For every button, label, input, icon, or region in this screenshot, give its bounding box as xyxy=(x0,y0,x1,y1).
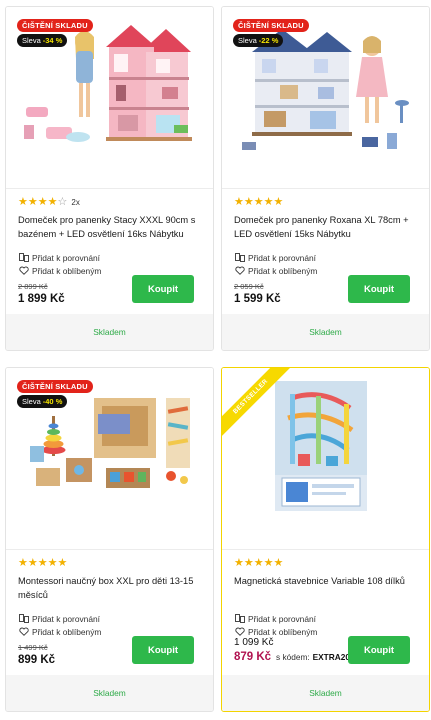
stock-status: Skladem xyxy=(6,675,213,711)
product-title[interactable]: Montessori naučný box XXL pro děti 13-15… xyxy=(18,574,203,602)
star-icon: ★ xyxy=(47,557,58,569)
product-image[interactable]: ČIŠTĚNÍ SKLADU Sleva -40 % xyxy=(6,368,213,548)
discount-label: Sleva xyxy=(238,36,257,45)
product-card[interactable]: ČIŠTĚNÍ SKLADU Sleva -22 % ★ ★ ★ ★ ★ Dome… xyxy=(221,6,430,351)
compare-label: Přidat k porovnání xyxy=(248,613,316,624)
discount-percent: -22 % xyxy=(258,36,279,45)
star-icon: ★ xyxy=(37,196,48,208)
star-icon: ★ xyxy=(27,196,38,208)
buy-button[interactable]: Koupit xyxy=(348,275,410,303)
favorite-label: Přidat k oblíbeným xyxy=(248,265,318,276)
compare-link[interactable]: Přidat k porovnání xyxy=(18,251,101,264)
rating-stars: ★ ★ ★ ★ ★ xyxy=(234,558,419,569)
buy-button[interactable]: Koupit xyxy=(348,636,410,664)
clearance-badge: ČIŠTĚNÍ SKLADU xyxy=(17,380,93,393)
divider xyxy=(6,188,213,189)
compare-icon xyxy=(234,614,245,624)
stock-status: Skladem xyxy=(6,314,213,350)
star-icon: ★ xyxy=(263,196,274,208)
star-icon: ★ xyxy=(243,196,254,208)
compare-link[interactable]: Přidat k porovnání xyxy=(18,612,101,625)
compare-icon xyxy=(18,253,29,263)
promo-code[interactable]: EXTRA20 xyxy=(313,652,350,662)
price: 1 099 Kč xyxy=(234,637,274,648)
product-card[interactable]: BESTSELLER ★ ★ ★ ★ ★ Magnetická stavebni… xyxy=(221,367,430,712)
star-icon: ★ xyxy=(243,557,254,569)
heart-icon xyxy=(18,266,29,276)
compare-icon xyxy=(234,253,245,263)
star-icon: ★ xyxy=(263,557,274,569)
favorite-link[interactable]: Přidat k oblíbeným xyxy=(234,264,317,277)
price: 899 Kč xyxy=(18,654,56,666)
promo-price-line: 879 Kč s kódem: EXTRA20 xyxy=(234,650,350,664)
favorite-link[interactable]: Přidat k oblíbeným xyxy=(18,264,101,277)
compare-label: Přidat k porovnání xyxy=(32,252,100,263)
buy-button[interactable]: Koupit xyxy=(132,275,194,303)
star-icon: ★ xyxy=(47,196,58,208)
product-image[interactable]: ČIŠTĚNÍ SKLADU Sleva -34 % xyxy=(6,7,213,187)
discount-percent: -34 % xyxy=(42,36,63,45)
rating-stars: ★ ★ ★ ★ ☆ 2x xyxy=(18,197,203,208)
favorite-label: Přidat k oblíbeným xyxy=(32,626,102,637)
old-price: 2 899 Kč xyxy=(18,282,48,291)
star-icon: ★ xyxy=(273,196,284,208)
star-icon: ★ xyxy=(234,196,244,208)
star-icon: ★ xyxy=(57,557,68,569)
product-image[interactable]: BESTSELLER xyxy=(222,368,429,548)
promo-label: s kódem: xyxy=(276,652,310,662)
favorite-link[interactable]: Přidat k oblíbeným xyxy=(18,625,101,638)
star-icon: ★ xyxy=(37,557,48,569)
old-price: 1 499 Kč xyxy=(18,643,48,652)
product-card[interactable]: ČIŠTĚNÍ SKLADU Sleva -34 % ★ ★ ★ ★ ☆ 2x D… xyxy=(5,6,214,351)
promo-price: 879 Kč xyxy=(234,651,272,663)
favorite-label: Přidat k oblíbeným xyxy=(248,626,318,637)
star-icon: ★ xyxy=(234,557,244,569)
product-card[interactable]: ČIŠTĚNÍ SKLADU Sleva -40 % ★ ★ ★ ★ ★ Mont… xyxy=(5,367,214,712)
buy-button[interactable]: Koupit xyxy=(132,636,194,664)
divider xyxy=(222,549,429,550)
divider xyxy=(6,549,213,550)
star-icon: ★ xyxy=(18,196,28,208)
discount-percent: -40 % xyxy=(42,397,63,406)
star-icon: ★ xyxy=(253,557,264,569)
heart-icon xyxy=(234,627,245,637)
discount-badge: Sleva -34 % xyxy=(17,34,68,47)
stock-status: Skladem xyxy=(222,314,429,350)
discount-badge: Sleva -40 % xyxy=(17,395,68,408)
divider xyxy=(222,188,429,189)
favorite-label: Přidat k oblíbeným xyxy=(32,265,102,276)
heart-icon xyxy=(234,266,245,276)
star-empty-icon: ☆ xyxy=(57,196,68,208)
clearance-badge: ČIŠTĚNÍ SKLADU xyxy=(17,19,93,32)
heart-icon xyxy=(18,627,29,637)
product-title[interactable]: Domeček pro panenky Stacy XXXL 90cm s ba… xyxy=(18,213,203,241)
discount-label: Sleva xyxy=(22,397,41,406)
compare-label: Přidat k porovnání xyxy=(32,613,100,624)
review-count[interactable]: 2x xyxy=(71,198,79,207)
star-icon: ★ xyxy=(18,557,28,569)
rating-stars: ★ ★ ★ ★ ★ xyxy=(234,197,419,208)
star-icon: ★ xyxy=(253,196,264,208)
star-icon: ★ xyxy=(273,557,284,569)
product-title[interactable]: Magnetická stavebnice Variable 108 dílků xyxy=(234,574,419,588)
star-icon: ★ xyxy=(27,557,38,569)
compare-label: Přidat k porovnání xyxy=(248,252,316,263)
price: 1 899 Kč xyxy=(18,293,65,305)
compare-link[interactable]: Přidat k porovnání xyxy=(234,251,317,264)
clearance-badge: ČIŠTĚNÍ SKLADU xyxy=(233,19,309,32)
rating-stars: ★ ★ ★ ★ ★ xyxy=(18,558,203,569)
discount-badge: Sleva -22 % xyxy=(233,34,284,47)
stock-status: Skladem xyxy=(222,675,429,711)
compare-icon xyxy=(18,614,29,624)
product-title[interactable]: Domeček pro panenky Roxana XL 78cm + LED… xyxy=(234,213,419,241)
old-price: 2 059 Kč xyxy=(234,282,264,291)
price: 1 599 Kč xyxy=(234,293,281,305)
compare-link[interactable]: Přidat k porovnání xyxy=(234,612,317,625)
product-image[interactable]: ČIŠTĚNÍ SKLADU Sleva -22 % xyxy=(222,7,429,187)
discount-label: Sleva xyxy=(22,36,41,45)
